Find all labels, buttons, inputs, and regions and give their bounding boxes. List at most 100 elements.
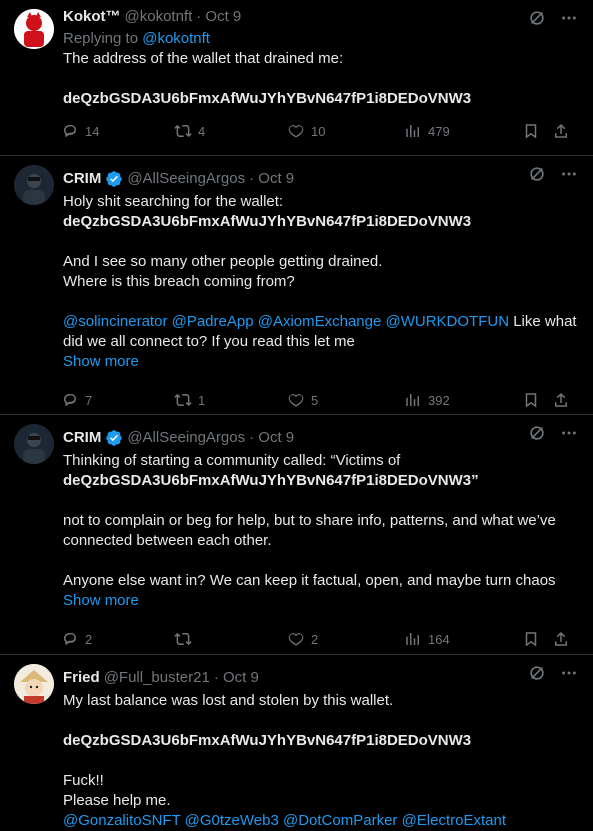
bookmark-icon xyxy=(525,632,537,647)
share-icon xyxy=(555,123,567,138)
heart-icon xyxy=(288,125,304,138)
like-count: 2 xyxy=(311,631,319,647)
heart-icon xyxy=(288,394,304,407)
tweet-text: Where is this breach coming from? xyxy=(63,273,295,290)
tweet[interactable]: Kokot™ @kokotnft · Oct 9 Replying to @ko… xyxy=(0,0,593,156)
replying-to: Replying to @kokotnft xyxy=(63,29,577,49)
tweet-header: Fried @Full_buster21 · Oct 9 xyxy=(63,669,577,687)
avatar[interactable] xyxy=(14,664,54,704)
show-more-link[interactable]: Show more xyxy=(63,591,577,611)
tweet-text: Fuck!! xyxy=(63,772,104,789)
bookmark-button[interactable] xyxy=(522,630,552,648)
wallet-address: deQzbGSDA3U6bFmxAfWuJYhYBvN647fP1i8DEDoV… xyxy=(63,213,472,230)
tweet-text: connected between each other. xyxy=(63,532,272,549)
tweet-date[interactable]: · Oct 9 xyxy=(249,170,294,188)
repost-button[interactable]: 1 xyxy=(174,391,287,409)
grok-icon[interactable] xyxy=(527,164,547,184)
replying-handle-link[interactable]: @kokotnft xyxy=(142,30,210,47)
repost-count: 4 xyxy=(198,123,206,139)
views-button[interactable]: 479 xyxy=(404,122,522,140)
reply-count: 2 xyxy=(85,631,93,647)
bookmark-icon xyxy=(525,124,537,139)
tweet-text: And I see so many other people getting d… xyxy=(63,253,383,270)
like-count: 5 xyxy=(311,392,319,408)
bookmark-button[interactable] xyxy=(522,122,552,140)
like-count: 10 xyxy=(311,123,326,139)
avatar-image xyxy=(14,165,54,205)
mention-links[interactable]: @GonzalitoSNFT @G0tzeWeb3 @DotComParker … xyxy=(63,811,577,831)
avatar[interactable] xyxy=(14,424,54,464)
mention-links[interactable]: @solincinerator @PadreApp @AxiomExchange… xyxy=(63,313,509,330)
more-icon[interactable] xyxy=(559,423,579,443)
tweet-text: Thinking of starting a community called:… xyxy=(63,452,401,469)
replying-prefix: Replying to xyxy=(63,30,143,47)
tweet-date[interactable]: · Oct 9 xyxy=(196,8,241,26)
views-button[interactable]: 392 xyxy=(404,391,522,409)
reply-icon xyxy=(64,394,76,407)
tweet-actions: 7 1 5 392 xyxy=(61,384,577,416)
reply-button[interactable]: 14 xyxy=(61,122,174,140)
author-handle[interactable]: @AllSeeingArgos xyxy=(127,429,245,447)
repost-button[interactable]: 4 xyxy=(174,122,287,140)
grok-icon[interactable] xyxy=(527,663,547,683)
author-handle[interactable]: @Full_buster21 xyxy=(104,669,210,687)
share-icon xyxy=(555,392,567,407)
author-name[interactable]: CRIM xyxy=(63,429,101,447)
tweet-actions: 14 4 10 479 xyxy=(61,115,577,147)
tweet-header: CRIM @AllSeeingArgos · Oct 9 xyxy=(63,170,577,188)
avatar-image xyxy=(14,424,54,464)
tweet-date[interactable]: · Oct 9 xyxy=(214,669,259,687)
grok-icon[interactable] xyxy=(527,423,547,443)
tweet-text: My last balance was lost and stolen by t… xyxy=(63,692,394,709)
reply-icon xyxy=(64,125,76,138)
avatar[interactable] xyxy=(14,165,54,205)
tweet-text: did we all connect to? If you read this … xyxy=(63,333,355,350)
grok-icon[interactable] xyxy=(527,8,547,28)
wallet-address: deQzbGSDA3U6bFmxAfWuJYhYBvN647fP1i8DEDoV… xyxy=(63,472,479,489)
repost-icon xyxy=(174,124,192,137)
more-icon[interactable] xyxy=(559,164,579,184)
author-name[interactable]: CRIM xyxy=(63,170,101,188)
author-handle[interactable]: @AllSeeingArgos xyxy=(127,170,245,188)
reply-button[interactable]: 2 xyxy=(61,630,174,648)
tweet-header: CRIM @AllSeeingArgos · Oct 9 xyxy=(63,429,577,447)
repost-button[interactable] xyxy=(174,630,287,648)
reply-button[interactable]: 7 xyxy=(61,391,174,409)
repost-count: 1 xyxy=(198,392,206,408)
tweet[interactable]: CRIM @AllSeeingArgos · Oct 9 Thinking of… xyxy=(0,415,593,655)
share-button[interactable] xyxy=(552,391,570,409)
more-icon[interactable] xyxy=(559,8,579,28)
author-name[interactable]: Kokot™ xyxy=(63,8,121,26)
more-icon[interactable] xyxy=(559,663,579,683)
views-button[interactable]: 164 xyxy=(404,630,522,648)
view-count: 392 xyxy=(428,392,450,408)
avatar[interactable] xyxy=(14,9,54,49)
like-button[interactable]: 10 xyxy=(287,122,404,140)
avatar-image xyxy=(14,664,54,704)
tweet-text: Anyone else want in? We can keep it fact… xyxy=(63,572,556,589)
tweet[interactable]: Fried @Full_buster21 · Oct 9 My last bal… xyxy=(0,655,593,829)
author-handle[interactable]: @kokotnft xyxy=(125,8,193,26)
views-icon xyxy=(406,394,419,406)
repost-icon xyxy=(174,393,192,406)
bookmark-button[interactable] xyxy=(522,391,552,409)
avatar-image xyxy=(14,9,54,49)
tweet-text: Like what xyxy=(509,313,577,330)
wallet-address: deQzbGSDA3U6bFmxAfWuJYhYBvN647fP1i8DEDoV… xyxy=(63,90,472,107)
reply-count: 14 xyxy=(85,123,100,139)
share-button[interactable] xyxy=(552,630,570,648)
verified-badge-icon[interactable] xyxy=(105,170,123,188)
tweet[interactable]: CRIM @AllSeeingArgos · Oct 9 Holy shit s… xyxy=(0,156,593,415)
show-more-link[interactable]: Show more xyxy=(63,352,577,372)
tweet-text: not to complain or beg for help, but to … xyxy=(63,512,556,529)
tweet-text-line: @solincinerator @PadreApp @AxiomExchange… xyxy=(63,312,577,332)
tweet-date[interactable]: · Oct 9 xyxy=(249,429,294,447)
like-button[interactable]: 2 xyxy=(287,630,404,648)
verified-badge-icon[interactable] xyxy=(105,429,123,447)
views-icon xyxy=(406,125,419,137)
share-icon xyxy=(555,631,567,646)
like-button[interactable]: 5 xyxy=(287,391,404,409)
share-button[interactable] xyxy=(552,122,570,140)
author-name[interactable]: Fried xyxy=(63,669,100,687)
tweet-text: Please help me. xyxy=(63,792,171,809)
